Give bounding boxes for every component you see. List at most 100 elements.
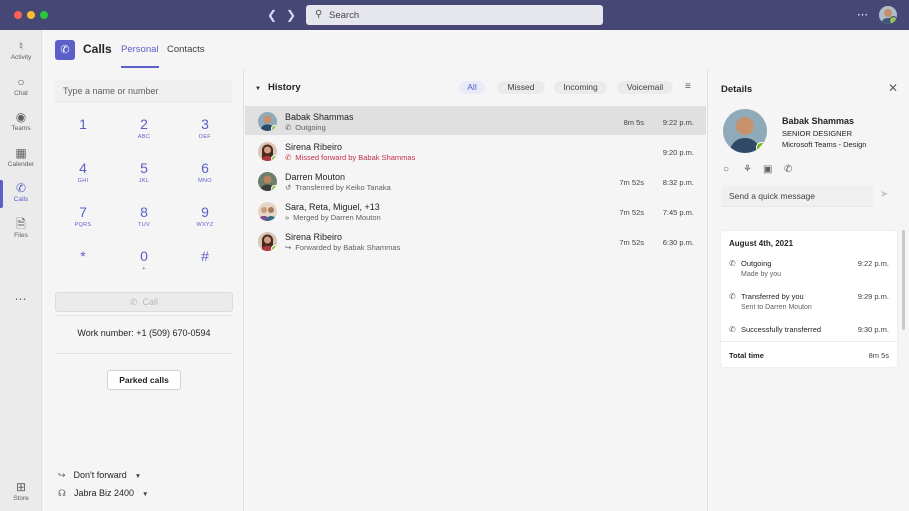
history-row[interactable]: Sara, Reta, Miguel, +13 » Merged by Darre… — [245, 196, 706, 225]
filter-incoming[interactable]: Incoming — [554, 81, 607, 94]
key-letters: + — [142, 266, 146, 272]
rail-activity[interactable]: ♮ Activity — [0, 36, 42, 69]
search-bar[interactable]: ⚲ Search — [306, 5, 603, 25]
forward-setting-dropdown[interactable]: ↪ Don't forward ▼ — [58, 470, 141, 481]
history-row[interactable]: Sirena Ribeiro ↪ Forwarded by Babak Shamm… — [245, 226, 706, 255]
key-digit: 5 — [140, 160, 148, 176]
call-button[interactable]: ✆ Call — [55, 292, 233, 312]
number-input[interactable]: Type a name or number — [55, 80, 232, 102]
maximize-window-button[interactable] — [40, 11, 48, 19]
dial-key-9[interactable]: 9 WXYZ — [185, 204, 225, 240]
avatar — [258, 202, 277, 221]
filter-icon[interactable]: ≡ — [685, 81, 691, 92]
rail-store[interactable]: ⊞ Store — [0, 477, 42, 510]
filter-voicemail[interactable]: Voicemail — [617, 81, 673, 94]
row-subtitle-text: Forwarded by Babak Shammas — [295, 243, 401, 252]
user-avatar[interactable] — [879, 6, 897, 24]
parked-calls-button[interactable]: Parked calls — [107, 370, 181, 390]
history-row[interactable]: Darren Mouton ↺ Transferred by Keiko Tana… — [245, 166, 706, 195]
quick-message-input[interactable]: Send a quick message — [721, 185, 873, 207]
dial-key-5[interactable]: 5 JKL — [124, 160, 164, 196]
forward-arrow-icon[interactable]: ❯ — [286, 8, 296, 22]
bell-icon: ♮ — [18, 39, 24, 53]
filter-missed[interactable]: Missed — [497, 81, 545, 94]
rail-teams[interactable]: ◉ Teams — [0, 107, 42, 140]
history-row[interactable]: Babak Shammas ✆ Outgoing 8m 5s 9:22 p.m. — [245, 106, 706, 135]
dial-key-6[interactable]: 6 MNO — [185, 160, 225, 196]
app-rail: ♮ Activity ○ Chat ◉ Teams ▦ Calender ✆ C… — [0, 30, 42, 511]
row-name: Babak Shammas — [285, 112, 354, 122]
store-icon: ⊞ — [15, 480, 27, 494]
rail-label: Calls — [13, 196, 29, 203]
rail-files[interactable]: 🗎 Files — [0, 214, 42, 247]
filter-all[interactable]: All — [459, 81, 485, 94]
rail-label: Chat — [14, 90, 28, 97]
more-options-icon[interactable]: ⋯ — [857, 8, 869, 21]
tab-personal[interactable]: Personal — [121, 44, 159, 68]
contact-name: Babak Shammas — [782, 116, 855, 126]
dial-key-7[interactable]: 7 PQRS — [63, 204, 103, 240]
details-scrollbar[interactable] — [902, 230, 905, 330]
key-letters: DEF — [199, 134, 211, 140]
event-time: 9:30 p.m. — [857, 325, 889, 334]
dial-key-8[interactable]: 8 TUV — [124, 204, 164, 240]
call-forward-icon: ↪ — [58, 470, 66, 480]
rail-label: Store — [13, 495, 29, 502]
chevron-down-icon: ▼ — [134, 473, 142, 480]
contact-org: Microsoft Teams - Design — [782, 140, 867, 149]
rail-chat[interactable]: ○ Chat — [0, 72, 42, 105]
close-window-button[interactable] — [14, 11, 22, 19]
key-letters: PQRS — [74, 222, 92, 228]
forward-call-icon: ↪ — [285, 243, 292, 252]
call-details-card: August 4th, 2021 ✆ Outgoing Made by you … — [721, 231, 897, 367]
dial-key-star[interactable]: * — [63, 248, 103, 284]
call-date: August 4th, 2021 — [729, 239, 794, 248]
audio-device-dropdown[interactable]: ☊ Jabra Biz 2400 ▼ — [58, 488, 148, 499]
org-chart-icon[interactable]: ⚘ — [743, 164, 752, 175]
rail-label: Files — [14, 232, 28, 239]
history-row[interactable]: Sirena Ribeiro ✆ Missed forward by Babak … — [245, 136, 706, 165]
total-time-value: 8m 5s — [868, 351, 889, 360]
event-time: 9:29 p.m. — [857, 292, 889, 301]
key-digit: 8 — [140, 204, 148, 220]
divider — [55, 353, 233, 354]
key-letters: GHI — [77, 178, 89, 184]
more-apps-icon[interactable]: ⋯ — [0, 292, 42, 306]
dial-pad-panel: Type a name or number 1 2 ABC 3 DEF 4 GHI 5… — [43, 69, 244, 511]
tab-contacts[interactable]: Contacts — [167, 44, 205, 55]
dial-key-2[interactable]: 2 ABC — [124, 116, 164, 152]
row-subtitle: ↪ Forwarded by Babak Shammas — [285, 243, 400, 252]
row-subtitle-text: Transferred by Keiko Tanaka — [295, 183, 391, 192]
close-icon[interactable]: ✕ — [888, 81, 898, 95]
phone-icon[interactable]: ✆ — [784, 164, 792, 175]
rail-calendar[interactable]: ▦ Calender — [0, 143, 42, 176]
row-duration: 7m 52s — [619, 178, 644, 187]
dial-key-hash[interactable]: # — [185, 248, 225, 284]
phone-icon: ✆ — [129, 297, 138, 307]
key-letters: TUV — [138, 222, 150, 228]
transfer-success-icon: ✆ — [729, 325, 736, 334]
video-call-icon[interactable]: ▣ — [763, 164, 772, 175]
dial-key-1[interactable]: 1 — [63, 116, 103, 152]
presence-available-icon — [271, 245, 277, 251]
event-title: Successfully transferred — [741, 325, 822, 334]
outgoing-call-icon: ✆ — [285, 123, 292, 132]
rail-calls[interactable]: ✆ Calls — [0, 178, 42, 211]
chat-icon[interactable]: ○ — [723, 164, 729, 175]
history-header[interactable]: ▼ History — [255, 82, 301, 93]
contact-role: SENIOR DESIGNER — [782, 129, 853, 138]
dial-key-4[interactable]: 4 GHI — [63, 160, 103, 196]
send-icon[interactable]: ➤ — [880, 189, 888, 200]
history-panel: ▼ History All Missed Incoming Voicemail ≡… — [245, 69, 706, 511]
minimize-window-button[interactable] — [27, 11, 35, 19]
phone-icon: ✆ — [15, 181, 27, 195]
key-letters: JKL — [138, 178, 150, 184]
calls-app-icon: ✆ — [55, 40, 75, 60]
chevron-down-icon: ▼ — [142, 491, 149, 498]
dial-key-3[interactable]: 3 DEF — [185, 116, 225, 152]
teams-icon: ◉ — [15, 110, 27, 124]
dial-key-0[interactable]: 0 + — [124, 248, 164, 284]
row-subtitle: » Merged by Darren Mouton — [285, 213, 381, 222]
event-title: Transferred by you — [741, 292, 804, 301]
back-arrow-icon[interactable]: ❮ — [267, 8, 277, 22]
